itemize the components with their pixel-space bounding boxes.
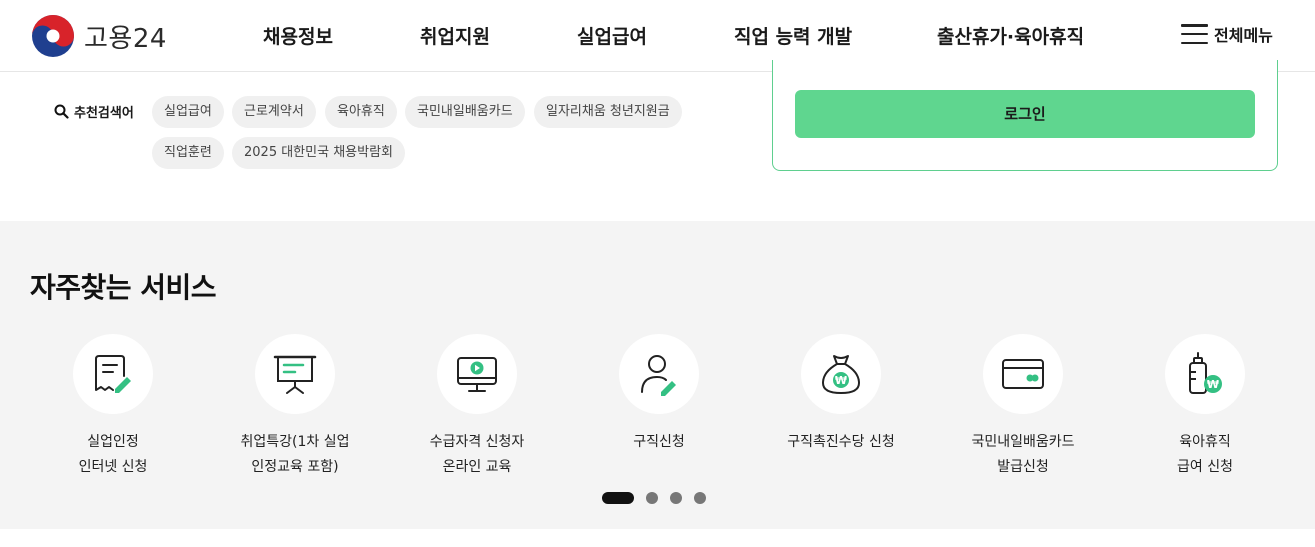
service-label: 구직신청 <box>633 434 685 450</box>
document-edit-icon <box>95 355 131 393</box>
service-unemployment-certification[interactable] <box>73 334 153 414</box>
carousel-pagination <box>602 492 706 504</box>
all-menu-button[interactable]: 전체메뉴 <box>1181 22 1273 46</box>
service-job-lecture[interactable] <box>255 334 335 414</box>
recommended-search-label: 추천검색어 <box>54 102 134 121</box>
money-bag-icon: ₩ <box>821 355 861 395</box>
service-label: 실업인정 인터넷 신청 <box>78 434 148 475</box>
nav-item-employment-support[interactable]: 취업지원 <box>420 22 490 49</box>
login-button[interactable]: 로그인 <box>795 90 1255 138</box>
baby-bottle-icon: ₩ <box>1189 352 1222 394</box>
service-parental-leave-benefit[interactable]: ₩ <box>1165 334 1245 414</box>
taegeuk-logo-icon <box>32 15 74 57</box>
service-label: 육아휴직 급여 신청 <box>1177 434 1233 475</box>
pagination-dot[interactable] <box>646 492 658 504</box>
service-job-promotion-allowance[interactable]: ₩ <box>801 334 881 414</box>
nav-item-unemployment-benefits[interactable]: 실업급여 <box>577 22 647 49</box>
section-title: 자주찾는 서비스 <box>30 271 217 304</box>
service-learning-card[interactable] <box>983 334 1063 414</box>
nav-item-jobs[interactable]: 채용정보 <box>263 22 333 49</box>
search-icon <box>54 104 69 119</box>
keyword-chip[interactable]: 2025 대한민국 채용박람회 <box>232 137 405 169</box>
keyword-chip[interactable]: 직업훈련 <box>152 137 224 169</box>
service-label: 구직촉진수당 신청 <box>787 434 895 450</box>
service-label: 국민내일배움카드 발급신청 <box>971 434 1075 475</box>
all-menu-label: 전체메뉴 <box>1214 26 1273 45</box>
presentation-board-icon <box>273 355 317 394</box>
svg-text:₩: ₩ <box>835 374 847 387</box>
pagination-dot-active[interactable] <box>602 492 634 504</box>
pagination-dot[interactable] <box>670 492 682 504</box>
keyword-chip[interactable]: 국민내일배움카드 <box>405 96 525 128</box>
keyword-chip[interactable]: 근로계약서 <box>232 96 316 128</box>
pagination-dot[interactable] <box>694 492 706 504</box>
logo-text: 고용24 <box>84 23 167 54</box>
monitor-play-icon <box>457 357 497 392</box>
service-label: 수급자격 신청자 온라인 교육 <box>429 434 525 475</box>
service-online-education[interactable] <box>437 334 517 414</box>
keyword-chip[interactable]: 일자리채움 청년지원금 <box>534 96 682 128</box>
person-edit-icon <box>641 355 676 396</box>
keyword-chip[interactable]: 실업급여 <box>152 96 224 128</box>
nav-item-parental-leave[interactable]: 출산휴가·육아휴직 <box>937 22 1084 49</box>
service-label: 취업특강(1차 실업 인정교육 포함) <box>240 434 350 475</box>
card-icon <box>1002 359 1044 389</box>
svg-text:₩: ₩ <box>1207 378 1219 391</box>
hamburger-icon <box>1181 24 1208 44</box>
site-logo[interactable]: 고용24 <box>30 13 167 59</box>
service-job-application[interactable] <box>619 334 699 414</box>
nav-item-vocational-training[interactable]: 직업 능력 개발 <box>734 22 852 49</box>
keyword-chip[interactable]: 육아휴직 <box>325 96 397 128</box>
